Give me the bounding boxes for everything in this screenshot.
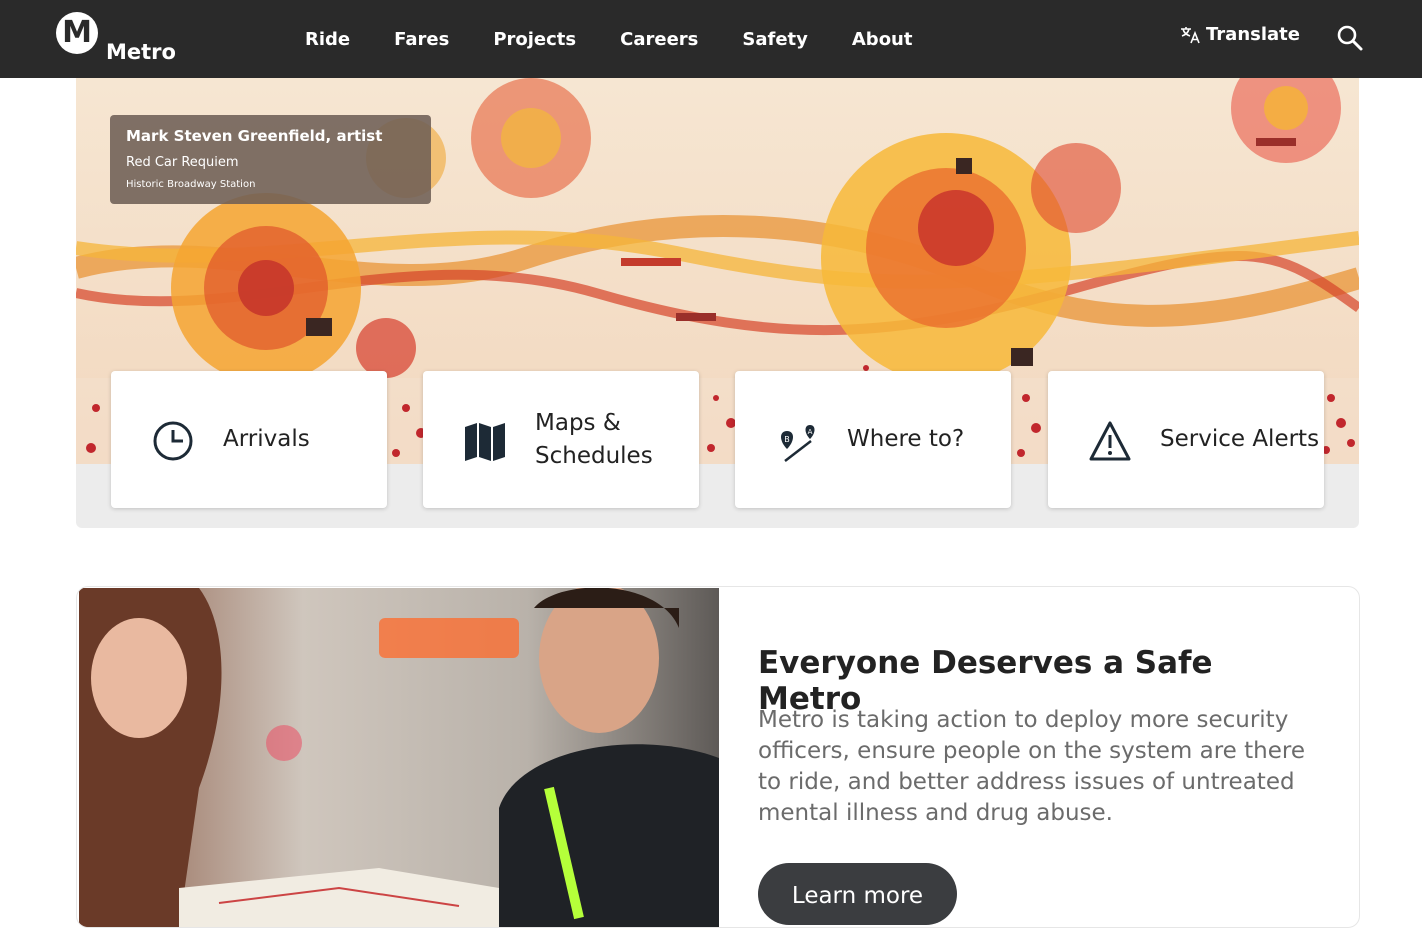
- maps-schedules-label-line2: Schedules: [535, 442, 653, 469]
- maps-schedules-label: Maps & Schedules: [535, 371, 653, 508]
- search-icon: [1337, 25, 1363, 51]
- safety-feature-card: Everyone Deserves a Safe Metro Metro is …: [76, 586, 1360, 928]
- artwork-caption: Mark Steven Greenfield, artist Red Car R…: [110, 115, 431, 204]
- main-nav: Ride Fares Projects Careers Safety About: [305, 0, 956, 78]
- maps-schedules-label-line1: Maps &: [535, 409, 621, 436]
- maps-schedules-card[interactable]: Maps & Schedules: [423, 371, 699, 508]
- service-alerts-card[interactable]: Service Alerts: [1048, 371, 1324, 508]
- translate-label: Translate: [1206, 24, 1300, 45]
- hero-section: Mark Steven Greenfield, artist Red Car R…: [76, 78, 1359, 528]
- service-alerts-label: Service Alerts: [1160, 426, 1320, 452]
- nav-link-about[interactable]: About: [852, 29, 913, 50]
- arrivals-label: Arrivals: [223, 426, 310, 452]
- caption-artwork-title: Red Car Requiem: [126, 155, 239, 170]
- search-button[interactable]: [1334, 22, 1366, 54]
- metro-logo-mark: M: [56, 12, 98, 54]
- top-navigation-bar: M Metro Ride Fares Projects Careers Safe…: [0, 0, 1422, 78]
- route-pins-icon: B A: [781, 425, 815, 462]
- caption-artist: Mark Steven Greenfield, artist: [126, 127, 383, 145]
- nav-link-careers[interactable]: Careers: [620, 29, 698, 50]
- metro-logo[interactable]: M Metro: [56, 12, 186, 68]
- nav-link-projects[interactable]: Projects: [493, 29, 576, 50]
- arrivals-card[interactable]: Arrivals: [111, 371, 387, 508]
- where-to-card[interactable]: B A Where to?: [735, 371, 1011, 508]
- translate-button[interactable]: Translate: [1180, 24, 1300, 45]
- translate-icon: [1181, 26, 1200, 43]
- learn-more-button[interactable]: Learn more: [758, 863, 957, 925]
- metro-logo-text: Metro: [106, 40, 176, 64]
- nav-link-fares[interactable]: Fares: [394, 29, 449, 50]
- pin-b-label: B: [784, 435, 790, 444]
- map-icon: [465, 423, 505, 461]
- nav-link-safety[interactable]: Safety: [742, 29, 808, 50]
- feature-body: Metro is taking action to deploy more se…: [758, 707, 1305, 826]
- caption-station: Historic Broadway Station: [126, 179, 256, 190]
- where-to-label: Where to?: [847, 426, 965, 452]
- warning-icon: [1089, 421, 1131, 461]
- clock-icon: [153, 421, 193, 461]
- nav-link-ride[interactable]: Ride: [305, 29, 350, 50]
- safety-feature-photo: [79, 588, 719, 927]
- pin-a-label: A: [808, 428, 813, 436]
